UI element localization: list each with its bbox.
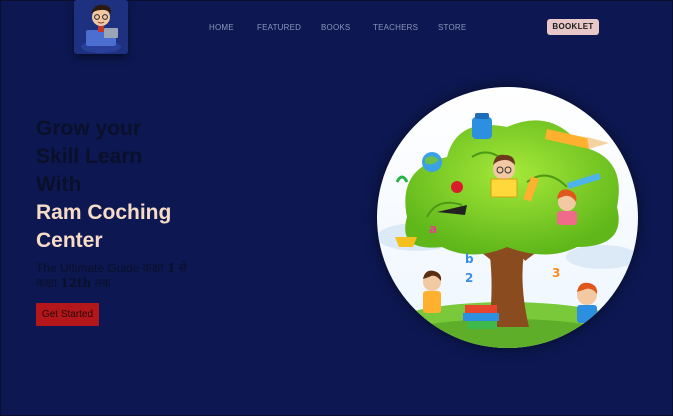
site-logo[interactable]: [74, 0, 128, 54]
nav-books[interactable]: BOOKS: [321, 22, 350, 34]
svg-text:a: a: [429, 222, 437, 236]
nav-store[interactable]: STORE: [438, 22, 466, 34]
get-started-button[interactable]: Get Started: [36, 303, 99, 326]
hero-title-line-1: Grow your: [36, 117, 142, 140]
booklet-button[interactable]: BOOKLET: [547, 19, 599, 35]
subtitle-num-2: 12th: [60, 276, 92, 290]
subtitle-prefix: The Ultimate Guide कक्षा: [36, 261, 167, 275]
nav-teachers[interactable]: TEACHERS: [373, 22, 418, 34]
education-tree-illustration: a b 3 2: [377, 87, 638, 348]
svg-text:3: 3: [552, 266, 560, 280]
subtitle-suffix: तक: [91, 276, 111, 290]
svg-text:2: 2: [465, 271, 473, 285]
hero-subtitle: The Ultimate Guide कक्षा 1 से कक्षा 12th…: [36, 261, 206, 291]
hero-title-highlight-1: Ram Coching: [36, 201, 172, 224]
kids-learning-tree-image: a b 3 2: [377, 87, 638, 348]
hero-title-line-2: Skill Learn: [36, 145, 143, 168]
hero-title-highlight-2: Center: [36, 229, 103, 252]
svg-text:b: b: [465, 252, 474, 266]
nav-home[interactable]: HOME: [209, 22, 234, 34]
hero-title: Grow your Skill Learn With Ram Coching C…: [36, 115, 266, 255]
teacher-cartoon-logo-icon: [74, 0, 128, 54]
nav-featured[interactable]: FEATURED: [257, 22, 301, 34]
hero-title-line-3: With: [36, 173, 82, 196]
